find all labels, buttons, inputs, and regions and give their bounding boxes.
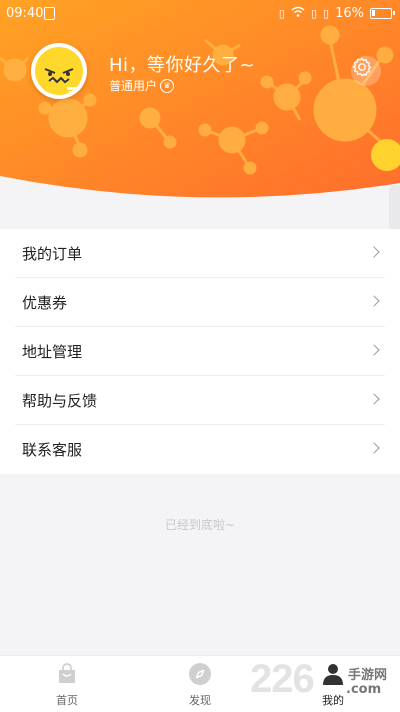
chevron-right-icon [368, 442, 380, 454]
tab-label: 首页 [56, 694, 78, 707]
watermark-number: 226 [250, 657, 315, 701]
user-type-label: 普通用户 [109, 79, 158, 93]
tab-home[interactable]: 首页 [27, 656, 107, 712]
chevron-right-icon [368, 344, 380, 356]
sim-card-icon [44, 7, 55, 20]
menu-item-help[interactable]: 帮助与反馈 [0, 376, 400, 425]
battery-percent: 16% [335, 6, 364, 21]
avatar-emoji-icon [35, 47, 83, 95]
end-of-list-text: 已经到底啦~ [164, 518, 236, 532]
menu-item-label: 优惠券 [22, 294, 68, 312]
menu-item-orders[interactable]: 我的订单 [0, 229, 400, 278]
menu-item-label: 联系客服 [22, 441, 83, 459]
settings-button[interactable] [351, 56, 381, 86]
watermark-text: 手游网 [348, 668, 388, 683]
watermark-domain: .com [346, 682, 382, 697]
crown-icon: ♛ [160, 78, 175, 93]
battery-icon [370, 8, 395, 19]
tab-discover[interactable]: 发现 [160, 656, 240, 712]
menu-item-coupons[interactable]: 优惠券 [0, 278, 400, 327]
header-background [0, 0, 400, 198]
compass-icon [189, 663, 211, 685]
chevron-right-icon [368, 246, 380, 258]
signal-icon: ▯ [310, 7, 318, 20]
avatar[interactable] [31, 43, 87, 99]
signal-icon-2: ▯ [323, 7, 330, 20]
menu-item-label: 地址管理 [22, 343, 83, 361]
gear-icon [352, 57, 372, 77]
menu-item-label: 帮助与反馈 [22, 392, 98, 410]
menu-item-support[interactable]: 联系客服 [0, 425, 400, 474]
menu-item-address[interactable]: 地址管理 [0, 327, 400, 376]
menu-list: 我的订单 优惠券 地址管理 帮助与反馈 联系客服 [0, 229, 400, 474]
vibrate-icon: ▯ [278, 7, 285, 20]
status-time: 09:40 [6, 6, 44, 21]
watermark-logo: 226 手游网 .com [250, 657, 400, 707]
status-bar: 09:40 ▯ ▯ ▯ 16% [0, 0, 400, 28]
chevron-right-icon [368, 295, 380, 307]
greeting-text: Hi，等你好久了~ [109, 55, 256, 76]
bag-icon [59, 663, 75, 683]
chevron-right-icon [368, 393, 380, 405]
user-type: 普通用户 ♛ [109, 77, 175, 94]
wifi-icon [291, 6, 305, 21]
menu-item-label: 我的订单 [22, 245, 83, 263]
profile-header: Hi，等你好久了~ 普通用户 ♛ [0, 0, 400, 205]
tab-label: 发现 [189, 694, 211, 707]
